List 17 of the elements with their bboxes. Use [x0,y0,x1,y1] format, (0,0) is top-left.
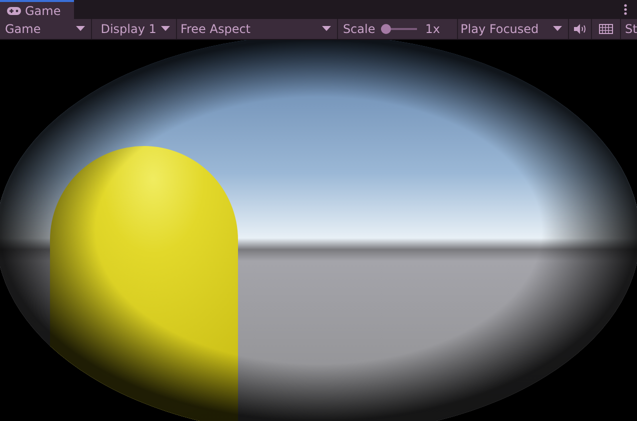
display-dropdown[interactable]: Display 1 [92,19,178,39]
aspect-dropdown[interactable]: Free Aspect [177,19,338,39]
keyboard-icon[interactable] [599,24,614,34]
view-dropdown[interactable]: Game [0,19,92,39]
caret-icon [76,26,85,32]
caret-icon [161,26,170,32]
slider-thumb[interactable] [381,24,392,34]
caret-icon [322,26,331,32]
more-options-icon[interactable] [624,4,627,15]
stats-button[interactable]: St [621,19,637,39]
scale-value: 1x [425,22,440,36]
game-tab[interactable]: Game [0,0,74,19]
caret-icon [553,26,562,32]
gamepad-icon [7,6,21,14]
speaker-icon[interactable] [574,24,586,34]
play-mode-dropdown[interactable]: Play Focused [458,19,570,39]
scale-label: Scale [342,22,376,36]
